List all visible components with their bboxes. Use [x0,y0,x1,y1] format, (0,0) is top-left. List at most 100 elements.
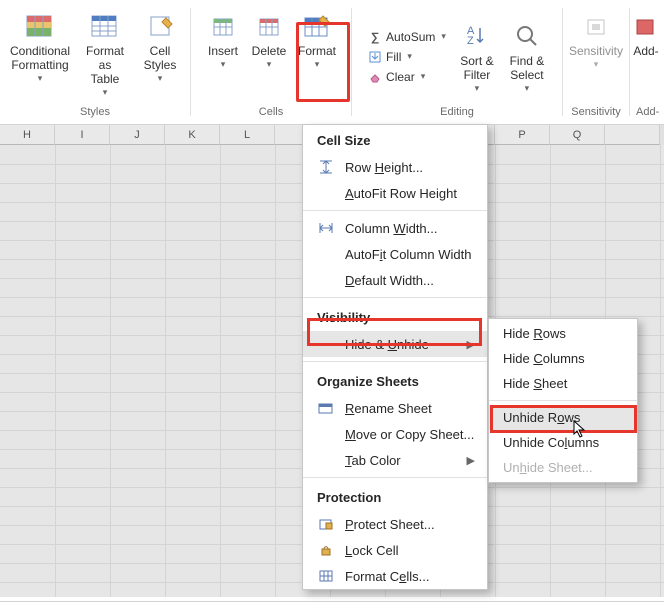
chevron-down-icon: ▾ [421,71,426,82]
format-dropdown-menu: Cell Size Row Height... AutoFit Row Heig… [302,124,488,590]
cell-styles-label: CellStyles [144,44,177,72]
format-icon [301,10,333,42]
autosum-label: AutoSum [386,30,435,44]
addins-icon [630,10,662,42]
group-styles: ConditionalFormatting ▾ Format asTable ▾… [0,0,190,124]
submenu-hide-rows[interactable]: Hide Rows [489,321,637,346]
svg-text:Z: Z [467,35,474,47]
ribbon: ConditionalFormatting ▾ Format asTable ▾… [0,0,664,125]
protect-sheet-icon [317,516,335,532]
delete-icon [253,10,285,42]
col-header[interactable] [605,125,660,145]
sort-filter-label: Sort &Filter [460,54,493,82]
chevron-down-icon: ▾ [441,31,446,42]
chevron-down-icon: ▾ [315,59,320,70]
chevron-down-icon: ▾ [594,59,599,70]
menu-autofit-column-width[interactable]: AutoFit Column Width [303,241,487,267]
group-label-editing: Editing [358,103,556,122]
col-header[interactable]: L [220,125,275,145]
submenu-unhide-sheet: Unhide Sheet... [489,455,637,480]
chevron-down-icon: ▾ [158,73,163,84]
column-width-icon [317,220,335,236]
menu-lock-cell[interactable]: Lock Cell [303,537,487,563]
menu-hide-unhide[interactable]: Hide & Unhide ▶ [303,331,487,357]
insert-icon [207,10,239,42]
menu-protect-sheet[interactable]: Protect Sheet... [303,511,487,537]
submenu-unhide-columns[interactable]: Unhide Columns [489,430,637,455]
conditional-formatting-icon [24,10,56,42]
delete-label: Delete [252,44,287,58]
chevron-down-icon: ▾ [407,51,412,62]
sigma-icon: ∑ [368,30,382,44]
format-cells-icon [317,568,335,584]
group-editing: ∑ AutoSum ▾ Fill ▾ Clear ▾ [352,0,562,124]
group-label-styles: Styles [6,103,184,122]
submenu-unhide-rows[interactable]: Unhide Rows [489,405,637,430]
col-header[interactable]: K [165,125,220,145]
fill-icon [368,50,382,64]
format-as-table-button[interactable]: Format asTable ▾ [74,4,136,98]
lock-cell-icon [317,542,335,558]
insert-button[interactable]: Insert ▾ [200,4,246,70]
menu-rename-sheet[interactable]: Rename Sheet [303,395,487,421]
menu-row-height[interactable]: Row Height... [303,154,487,180]
row-height-icon [317,159,335,175]
submenu-hide-sheet[interactable]: Hide Sheet [489,371,637,396]
col-header[interactable]: H [0,125,55,145]
menu-column-width[interactable]: Column Width... [303,215,487,241]
hide-unhide-submenu: Hide Rows Hide Columns Hide Sheet Unhide… [488,318,638,483]
menu-section-organize-sheets: Organize Sheets [303,366,487,395]
autosum-button[interactable]: ∑ AutoSum ▾ [362,27,452,47]
col-header[interactable]: P [495,125,550,145]
chevron-down-icon: ▾ [38,73,43,84]
col-header[interactable]: I [55,125,110,145]
chevron-down-icon: ▾ [475,83,480,94]
fill-button[interactable]: Fill ▾ [362,47,452,67]
group-label-sensitivity: Sensitivity [569,103,623,122]
col-header[interactable]: Q [550,125,605,145]
insert-label: Insert [208,44,238,58]
clear-button[interactable]: Clear ▾ [362,67,452,87]
rename-sheet-icon [317,400,335,416]
chevron-down-icon: ▾ [103,87,108,98]
delete-button[interactable]: Delete ▾ [246,4,292,70]
find-select-button[interactable]: Find &Select ▾ [502,14,552,94]
clear-icon [368,70,382,84]
find-select-icon [511,20,543,52]
cell-styles-button[interactable]: CellStyles ▾ [136,4,184,84]
menu-tab-color[interactable]: Tab Color ▶ [303,447,487,473]
group-addins: Add- Add- [630,0,662,124]
chevron-down-icon: ▾ [221,59,226,70]
menu-section-visibility: Visibility [303,302,487,331]
addins-button[interactable]: Add- [630,4,662,58]
chevron-right-icon: ▶ [467,338,475,351]
group-label-addins: Add- [636,103,656,122]
menu-section-protection: Protection [303,482,487,511]
chevron-right-icon: ▶ [467,454,475,467]
submenu-hide-columns[interactable]: Hide Columns [489,346,637,371]
group-cells: Insert ▾ Delete ▾ Format ▾ [191,0,351,124]
sensitivity-label: Sensitivity [569,44,623,58]
chevron-down-icon: ▾ [267,59,272,70]
find-select-label: Find &Select [510,54,545,82]
format-button[interactable]: Format ▾ [292,4,342,70]
menu-format-cells[interactable]: Format Cells... [303,563,487,589]
sensitivity-button[interactable]: Sensitivity ▾ [565,4,627,70]
format-as-table-icon [89,10,121,42]
sensitivity-icon [580,10,612,42]
cell-styles-icon [144,10,176,42]
format-label: Format [298,44,336,58]
sort-filter-button[interactable]: AZ Sort &Filter ▾ [452,14,502,94]
group-sensitivity: Sensitivity ▾ Sensitivity [563,0,629,124]
group-label-cells: Cells [197,103,345,122]
menu-default-width[interactable]: Default Width... [303,267,487,293]
conditional-formatting-label: ConditionalFormatting [10,44,70,72]
addins-label: Add- [633,44,658,58]
fill-label: Fill [386,50,401,64]
menu-autofit-row-height[interactable]: AutoFit Row Height [303,180,487,206]
chevron-down-icon: ▾ [525,83,530,94]
col-header[interactable]: J [110,125,165,145]
sort-filter-icon: AZ [461,20,493,52]
conditional-formatting-button[interactable]: ConditionalFormatting ▾ [6,4,74,84]
menu-move-or-copy-sheet[interactable]: Move or Copy Sheet... [303,421,487,447]
